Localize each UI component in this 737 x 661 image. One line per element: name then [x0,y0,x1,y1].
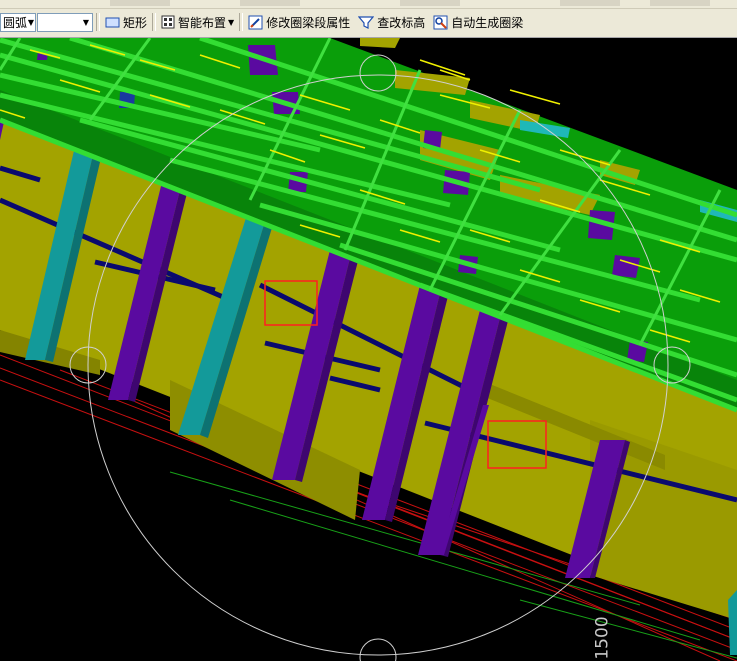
smart-layout-icon [161,15,175,29]
smart-layout-button[interactable]: 智能布置 ▼ [159,12,236,32]
edit-properties-icon [248,15,263,29]
rectangle-icon [105,17,120,28]
chevron-down-icon: ▼ [27,17,35,27]
auto-generate-ring-beam-button[interactable]: 自动生成圈梁 [431,12,525,32]
elevation-icon [358,16,375,29]
chevron-down-icon: ▼ [82,17,90,27]
toolbar-top-row-clipped [0,0,737,9]
toolbar-separator [96,13,100,31]
edit-ring-beam-segment-label: 修改圈梁段属性 [266,15,351,30]
toolbar-separator [152,13,157,31]
rectangle-button[interactable]: 矩形 [103,12,149,32]
3d-model-viewport[interactable] [0,38,737,661]
check-elevation-label: 查改标高 [377,15,426,30]
edit-ring-beam-segment-button[interactable]: 修改圈梁段属性 [246,12,352,32]
dimension-value: 1500 [593,616,614,660]
structure-3d-render [0,38,737,661]
check-elevation-button[interactable]: 查改标高 [356,12,427,32]
smart-layout-label: 智能布置 [178,15,227,30]
auto-generate-ring-beam-label: 自动生成圈梁 [451,15,524,30]
toolbar: 圆弧 ▼ ▼ 矩形 智能布置 ▼ 修改圈梁段属性 查改标高 自动生成圈梁 [0,0,737,38]
dimension-label: 1500 [588,616,618,660]
secondary-combo[interactable]: ▼ [37,12,93,32]
arc-combo-value: 圆弧 [3,15,28,30]
rectangle-label: 矩形 [123,15,148,30]
toolbar-separator [239,13,244,31]
chevron-down-icon: ▼ [228,17,235,27]
auto-generate-icon [433,15,448,29]
arc-combo[interactable]: 圆弧 ▼ [0,12,36,32]
